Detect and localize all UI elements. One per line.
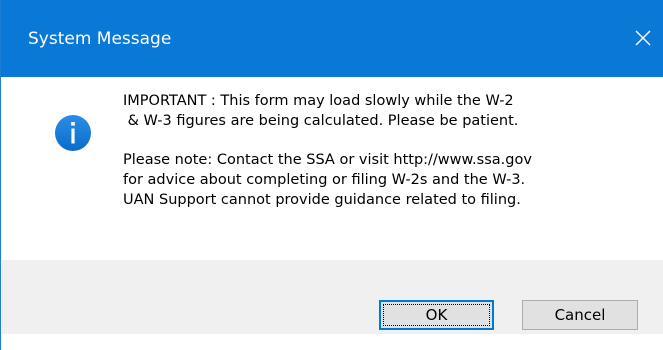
button-bar: OK Cancel [2, 260, 663, 334]
message-area: IMPORTANT : This form may load slowly wh… [2, 77, 663, 260]
info-icon [55, 115, 91, 151]
cancel-button[interactable]: Cancel [522, 300, 638, 330]
ok-button[interactable]: OK [379, 300, 494, 330]
window-title: System Message [28, 29, 172, 49]
window-bottom-edge [1, 334, 663, 350]
title-bar[interactable]: System Message [1, 0, 663, 77]
close-icon [635, 30, 650, 46]
focus-ring [383, 304, 490, 326]
message-line: UAN Support cannot provide guidance rela… [123, 192, 521, 208]
message-text: IMPORTANT : This form may load slowly wh… [123, 91, 653, 210]
system-message-dialog: System Message IMPORTANT : This form may… [0, 0, 663, 350]
cancel-button-label: Cancel [554, 306, 606, 324]
message-line: & W-3 figures are being calculated. Plea… [123, 113, 519, 129]
message-line: IMPORTANT : This form may load slowly wh… [123, 93, 514, 109]
message-line: for advice about completing or filing W-… [123, 172, 526, 188]
close-button[interactable] [621, 18, 663, 58]
message-line: Please note: Contact the SSA or visit ht… [123, 152, 532, 168]
